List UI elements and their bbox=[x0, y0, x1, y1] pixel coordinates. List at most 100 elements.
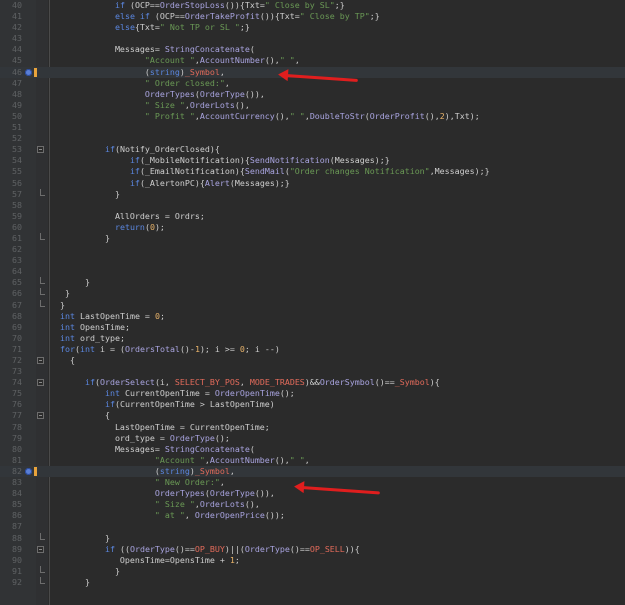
code-token: (); bbox=[214, 432, 230, 443]
code-token: StringConcatenate bbox=[164, 44, 250, 55]
line-number: 54 bbox=[12, 155, 22, 166]
code-token: (Notify_OrderClosed){ bbox=[114, 144, 220, 155]
line-text: "Account ",AccountNumber()," ", bbox=[55, 55, 300, 66]
breakpoint-icon[interactable] bbox=[25, 467, 32, 475]
code-line[interactable]: 57 } bbox=[0, 188, 625, 200]
fold-toggle-icon[interactable] bbox=[37, 379, 44, 387]
code-line[interactable]: 72 { bbox=[0, 355, 625, 366]
code-line[interactable]: 68 int LastOpenTime = 0; bbox=[0, 311, 625, 322]
code-line[interactable]: 78 LastOpenTime = CurrentOpenTime; bbox=[0, 422, 625, 433]
line-number: 72 bbox=[12, 355, 22, 365]
code-token: OrderProfit bbox=[369, 110, 425, 121]
line-text: AllOrders = Ordrs; bbox=[55, 211, 205, 222]
code-line[interactable]: 81 "Account ",AccountNumber()," ", bbox=[0, 455, 625, 466]
code-token: ( bbox=[55, 66, 150, 77]
code-line[interactable]: 67 } bbox=[0, 299, 625, 311]
code-token: OrderSymbol bbox=[319, 377, 375, 388]
code-line[interactable]: 59 AllOrders = Ordrs; bbox=[0, 211, 625, 222]
code-line[interactable]: 49 " Size ",OrderLots(), bbox=[0, 100, 625, 111]
code-line[interactable]: 40 if (OCP==OrderStopLoss()){Txt=" Close… bbox=[0, 0, 625, 11]
code-line[interactable]: 45 "Account ",AccountNumber()," ", bbox=[0, 55, 625, 66]
code-line[interactable]: 55 if(_EmailNotification){SendMail("Orde… bbox=[0, 166, 625, 177]
code-editor[interactable]: 40 if (OCP==OrderStopLoss()){Txt=" Close… bbox=[0, 0, 625, 605]
code-line[interactable]: 89 if ((OrderType()==OP_BUY)||(OrderType… bbox=[0, 544, 625, 555]
code-line[interactable]: 65 } bbox=[0, 277, 625, 288]
fold-toggle-icon[interactable] bbox=[37, 545, 44, 553]
code-line[interactable]: 60 return(0); bbox=[0, 222, 625, 233]
code-line[interactable]: 54 if(_MobileNotification){SendNotificat… bbox=[0, 155, 625, 166]
code-token: " New Order:" bbox=[154, 477, 220, 488]
code-token: int bbox=[104, 388, 120, 399]
code-line[interactable]: 91 } bbox=[0, 565, 625, 577]
line-text: OpensTime=OpensTime + 1; bbox=[55, 555, 240, 566]
code-token: if bbox=[129, 166, 140, 177]
code-line[interactable]: 85 " Size ",OrderLots(), bbox=[0, 499, 625, 510]
code-line[interactable]: 52 bbox=[0, 133, 625, 144]
line-text: } bbox=[55, 277, 90, 288]
code-line[interactable]: 64 bbox=[0, 266, 625, 277]
code-line[interactable]: 48 OrderTypes(OrderType()), bbox=[0, 89, 625, 100]
code-line[interactable]: 77 { bbox=[0, 410, 625, 421]
code-token: (Messages);} bbox=[329, 155, 390, 166]
code-token: else bbox=[114, 22, 135, 33]
code-token: OrderType bbox=[169, 432, 215, 443]
code-line[interactable]: 61 } bbox=[0, 232, 625, 244]
code-line[interactable]: 80 Messages= StringConcatenate( bbox=[0, 444, 625, 455]
code-line[interactable]: 50 " Profit ",AccountCurrency()," ",Doub… bbox=[0, 111, 625, 122]
code-token: ){ bbox=[429, 377, 440, 388]
code-line[interactable]: 53 if(Notify_OrderClosed){ bbox=[0, 144, 625, 155]
code-token: DoubleToStr bbox=[309, 110, 365, 121]
code-line[interactable]: 47 " Order closed:", bbox=[0, 78, 625, 89]
code-line[interactable]: 56 if(_AlertonPC){Alert(Messages);} bbox=[0, 178, 625, 189]
code-line[interactable]: 76 if(CurrentOpenTime > LastOpenTime) bbox=[0, 399, 625, 410]
code-line[interactable]: 75 int CurrentOpenTime = OrderOpenTime()… bbox=[0, 388, 625, 399]
code-token: ; bbox=[234, 554, 240, 565]
line-text: int OpensTime; bbox=[55, 322, 130, 333]
code-line[interactable]: 42 else{Txt=" Not TP or SL ";} bbox=[0, 22, 625, 33]
code-token: " Profit " bbox=[144, 110, 195, 121]
code-line[interactable]: 79 ord_type = OrderType(); bbox=[0, 433, 625, 444]
code-line[interactable]: 41 else if (OCP==OrderTakeProfit()){Txt=… bbox=[0, 11, 625, 22]
code-line[interactable]: 63 bbox=[0, 255, 625, 266]
code-token: LastOpenTime = CurrentOpenTime; bbox=[55, 421, 270, 432]
code-line[interactable]: 71 for(int i = (OrdersTotal()-1); i >= 0… bbox=[0, 344, 625, 355]
fold-toggle-icon[interactable] bbox=[37, 357, 44, 364]
code-token: if bbox=[84, 377, 95, 388]
code-token: )&& bbox=[304, 377, 320, 388]
code-line[interactable]: 82 (string)_Symbol, bbox=[0, 465, 625, 478]
code-token: ;} bbox=[334, 0, 345, 10]
code-line[interactable]: 90 OpensTime=OpensTime + 1; bbox=[0, 555, 625, 566]
line-number: 52 bbox=[12, 133, 22, 144]
breakpoint-icon[interactable] bbox=[25, 68, 32, 76]
code-line[interactable]: 74 if(OrderSelect(i, SELECT_BY_POS, MODE… bbox=[0, 377, 625, 388]
code-line[interactable]: 88 } bbox=[0, 532, 625, 544]
code-line[interactable]: 58 bbox=[0, 200, 625, 211]
code-line[interactable]: 62 bbox=[0, 244, 625, 255]
code-token: ()== bbox=[174, 543, 195, 554]
code-line[interactable]: 69 int OpensTime; bbox=[0, 322, 625, 333]
line-number: 51 bbox=[12, 122, 22, 133]
code-line[interactable]: 51 bbox=[0, 122, 625, 133]
code-line[interactable]: 66 } bbox=[0, 288, 625, 299]
code-area[interactable]: 40 if (OCP==OrderStopLoss()){Txt=" Close… bbox=[0, 0, 625, 588]
code-line[interactable]: 43 bbox=[0, 33, 625, 44]
code-token: ()){Txt= bbox=[224, 0, 265, 10]
line-number: 90 bbox=[12, 554, 22, 565]
line-number: 61 bbox=[12, 232, 22, 243]
fold-toggle-icon[interactable] bbox=[37, 412, 44, 420]
code-line[interactable]: 87 bbox=[0, 521, 625, 532]
code-line[interactable]: 73 bbox=[0, 366, 625, 377]
code-line[interactable]: 44 Messages= StringConcatenate( bbox=[0, 44, 625, 55]
code-line[interactable]: 70 int ord_type; bbox=[0, 333, 625, 344]
fold-toggle-icon[interactable] bbox=[37, 146, 44, 154]
code-line[interactable]: 92 } bbox=[0, 576, 625, 588]
code-line[interactable]: 86 " at ", OrderOpenPrice()); bbox=[0, 510, 625, 521]
code-token: string bbox=[159, 465, 190, 476]
line-number: 79 bbox=[12, 432, 22, 443]
code-token: int bbox=[80, 343, 95, 354]
